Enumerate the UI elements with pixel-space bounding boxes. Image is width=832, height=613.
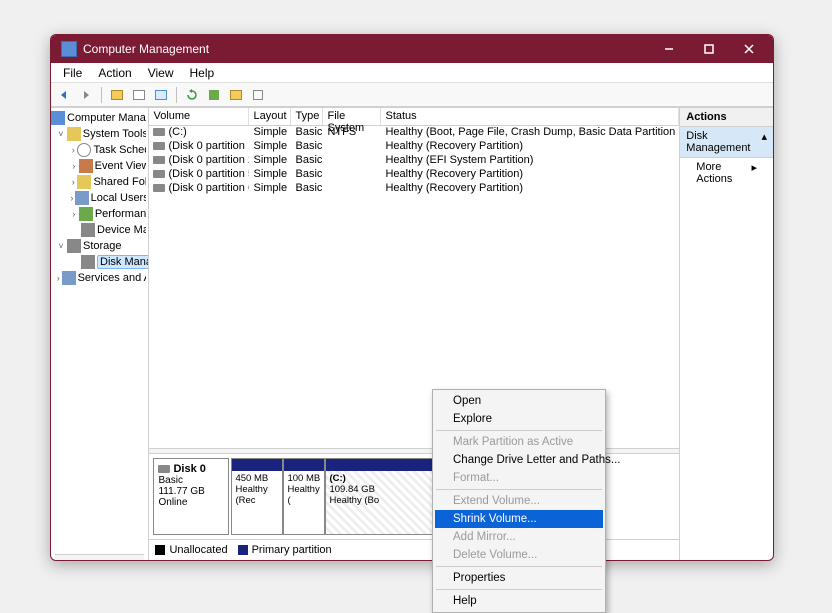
col-layout[interactable]: Layout [249,108,291,125]
actions-more[interactable]: More Actions▸ [680,158,773,188]
tree-shared-folders[interactable]: ›Shared Folders [51,174,148,190]
titlebar[interactable]: Computer Management [51,35,773,63]
menu-view[interactable]: View [140,64,182,82]
col-volume[interactable]: Volume [149,108,249,125]
partition[interactable]: 450 MBHealthy (Rec [231,458,283,535]
tree-device-manager[interactable]: Device Manager [51,222,148,238]
toolbar-icon[interactable] [249,86,267,104]
toolbar-icon[interactable] [227,86,245,104]
menu-item: Format... [435,469,603,487]
disk-header[interactable]: Disk 0 Basic 111.77 GB Online [153,458,229,535]
tree-event-viewer[interactable]: ›Event Viewer [51,158,148,174]
tree-disk-management[interactable]: Disk Management [51,254,148,270]
legend-unallocated-swatch [155,545,165,555]
menu-item[interactable]: Shrink Volume... [435,510,603,528]
menu-item: Add Mirror... [435,528,603,546]
tree-system-tools[interactable]: ˅System Tools [51,126,148,142]
computer-management-window: Computer Management File Action View Hel… [50,34,774,561]
menu-action[interactable]: Action [90,64,139,82]
context-menu[interactable]: OpenExplore Mark Partition as ActiveChang… [432,389,606,613]
app-icon [61,41,77,57]
menu-item: Delete Volume... [435,546,603,564]
menu-file[interactable]: File [55,64,90,82]
menu-help[interactable]: Help [182,64,223,82]
tree-storage[interactable]: ˅Storage [51,238,148,254]
tree-local-users[interactable]: ›Local Users and Groups [51,190,148,206]
menu-item[interactable]: Open [435,392,603,410]
menu-item: Mark Partition as Active [435,433,603,451]
toolbar-icon[interactable] [108,86,126,104]
collapse-icon: ▴ [761,130,767,154]
volume-row[interactable]: (Disk 0 partition 1)SimpleBasicHealthy (… [149,140,679,154]
partition[interactable]: 100 MBHealthy ( [283,458,325,535]
volume-row[interactable]: (Disk 0 partition 2)SimpleBasicHealthy (… [149,154,679,168]
chevron-right-icon: ▸ [751,161,757,185]
menu-item[interactable]: Change Drive Letter and Paths... [435,451,603,469]
minimize-button[interactable] [649,38,689,60]
volume-row[interactable]: (Disk 0 partition 6)SimpleBasicHealthy (… [149,182,679,196]
toolbar-icon[interactable] [130,86,148,104]
menu-item[interactable]: Properties [435,569,603,587]
window-title: Computer Management [83,42,649,56]
toolbar-icon[interactable] [205,86,223,104]
back-button[interactable] [55,86,73,104]
refresh-icon[interactable] [183,86,201,104]
actions-pane: Actions Disk Management▴ More Actions▸ [680,108,773,560]
close-button[interactable] [729,38,769,60]
col-type[interactable]: Type [291,108,323,125]
volume-list-header[interactable]: Volume Layout Type File System Status [149,108,679,126]
actions-section[interactable]: Disk Management▴ [680,127,773,158]
menu-item: Extend Volume... [435,492,603,510]
tree-services-apps[interactable]: ›Services and Applications [51,270,148,286]
tree-task-scheduler[interactable]: ›Task Scheduler [51,142,148,158]
col-status[interactable]: Status [381,108,679,125]
actions-header: Actions [680,108,773,127]
col-filesystem[interactable]: File System [323,108,381,125]
menubar: File Action View Help [51,63,773,83]
menu-item[interactable]: Explore [435,410,603,428]
volume-row[interactable]: (Disk 0 partition 5)SimpleBasicHealthy (… [149,168,679,182]
partition[interactable]: (C:)109.84 GBHealthy (Bo [325,458,437,535]
legend-primary-swatch [238,545,248,555]
tree-root[interactable]: Computer Management (Local [51,110,148,126]
menu-item[interactable]: Help [435,592,603,610]
tree-performance[interactable]: ›Performance [51,206,148,222]
disk-icon [158,465,170,473]
toolbar-icon[interactable] [152,86,170,104]
volume-row[interactable]: (C:)SimpleBasicNTFSHealthy (Boot, Page F… [149,126,679,140]
forward-button[interactable] [77,86,95,104]
tree-splitter[interactable] [55,554,144,560]
navigation-tree[interactable]: Computer Management (Local ˅System Tools… [51,108,149,560]
maximize-button[interactable] [689,38,729,60]
toolbar [51,83,773,107]
